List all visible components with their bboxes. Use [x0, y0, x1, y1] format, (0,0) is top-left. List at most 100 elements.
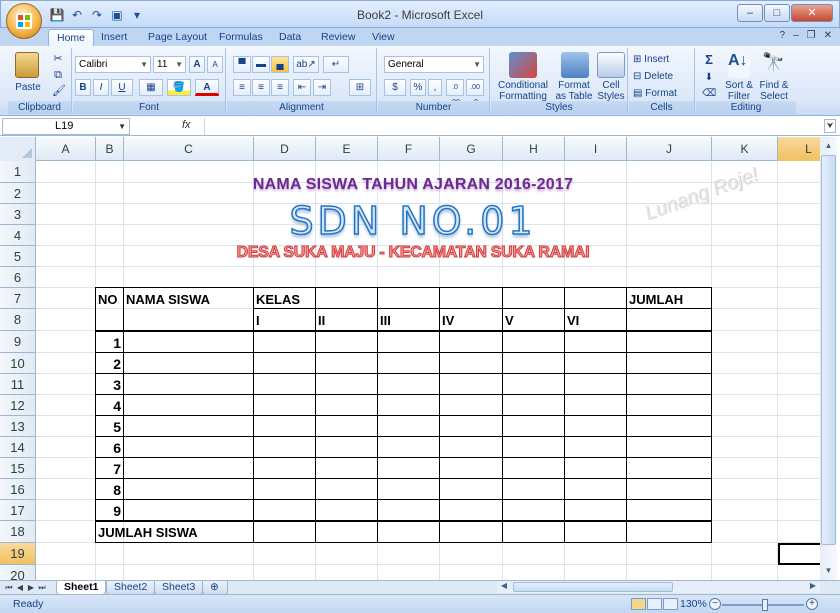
column-header-d[interactable]: D — [254, 137, 316, 161]
header-kelas[interactable]: KELAS — [254, 288, 300, 309]
help-icon[interactable]: ? — [780, 30, 786, 41]
conditional-formatting-button[interactable]: Conditional Formatting — [493, 80, 553, 102]
fill-icon[interactable]: ⬇ — [702, 72, 716, 83]
sort-filter-button[interactable]: Sort & Filter — [722, 80, 756, 102]
paste-button[interactable]: Paste — [10, 82, 46, 93]
row-header-15[interactable]: 15 — [0, 458, 36, 479]
row-number[interactable]: 9 — [96, 500, 124, 521]
page-break-view-icon[interactable] — [663, 598, 678, 610]
row-number[interactable]: 4 — [96, 395, 124, 416]
jumlah-siswa-label[interactable]: JUMLAH SISWA — [96, 521, 198, 543]
header-kelas-6[interactable]: VI — [565, 309, 579, 331]
merge-center-button[interactable]: ⊞ — [349, 79, 371, 96]
comma-button[interactable]: , — [428, 79, 442, 96]
format-as-table-button[interactable]: Format as Table — [553, 80, 595, 102]
sheet-tab-sheet2[interactable]: Sheet2 — [106, 581, 156, 595]
header-kelas-2[interactable]: II — [316, 309, 325, 331]
font-color-button[interactable]: A — [195, 79, 219, 96]
column-header-g[interactable]: G — [440, 137, 503, 161]
cut-icon[interactable]: ✂ — [52, 54, 64, 65]
number-format-combo[interactable]: General ▼ — [384, 56, 484, 73]
increase-decimal-button[interactable]: .0 .00 — [446, 79, 464, 106]
tab-formulas[interactable]: Formulas — [211, 29, 271, 46]
borders-button[interactable]: ▦ — [139, 79, 163, 96]
format-painter-icon[interactable]: 🖌 — [52, 86, 66, 97]
decrease-indent-button[interactable]: ⇤ — [293, 79, 311, 96]
row-number[interactable]: 3 — [96, 374, 124, 395]
insert-function-button[interactable]: fx — [182, 119, 191, 131]
align-right-button[interactable]: ≡ — [271, 79, 289, 96]
tab-data[interactable]: Data — [271, 29, 309, 46]
orientation-button[interactable]: ab↗ — [293, 56, 319, 73]
sheet-tab-sheet1[interactable]: Sheet1 — [56, 581, 107, 595]
row-header-1[interactable]: 1 — [0, 161, 36, 183]
horizontal-scroll-thumb[interactable] — [513, 582, 673, 592]
doc-restore-button[interactable]: ❐ — [807, 30, 816, 41]
expand-formula-bar-icon[interactable]: ⮟ — [824, 119, 836, 133]
paste-icon[interactable] — [15, 52, 39, 78]
column-header-h[interactable]: H — [503, 137, 565, 161]
row-header-16[interactable]: 16 — [0, 479, 36, 500]
page-layout-view-icon[interactable] — [647, 598, 662, 610]
header-no[interactable]: NO — [96, 288, 118, 309]
column-header-c[interactable]: C — [124, 137, 254, 161]
header-kelas-5[interactable]: V — [503, 309, 514, 331]
row-header-20[interactable]: 20 — [0, 565, 36, 580]
column-header-i[interactable]: I — [565, 137, 627, 161]
header-jumlah[interactable]: JUMLAH — [627, 288, 683, 309]
row-header-2[interactable]: 2 — [0, 183, 36, 204]
doc-close-button[interactable]: ✕ — [824, 30, 832, 41]
office-button[interactable] — [6, 3, 42, 39]
normal-view-icon[interactable] — [631, 598, 646, 610]
column-header-k[interactable]: K — [712, 137, 778, 161]
scroll-left-icon[interactable]: ◀ — [498, 581, 510, 593]
zoom-slider-knob[interactable] — [762, 599, 768, 611]
sheet-tab-sheet3[interactable]: Sheet3 — [154, 581, 204, 595]
row-number[interactable]: 2 — [96, 353, 124, 374]
row-header-3[interactable]: 3 — [0, 204, 36, 225]
decrease-decimal-button[interactable]: .00 .0 — [466, 79, 484, 106]
insert-cells-button[interactable]: ⊞ Insert — [633, 54, 693, 65]
row-header-11[interactable]: 11 — [0, 374, 36, 395]
column-header-b[interactable]: B — [96, 137, 124, 161]
horizontal-scrollbar[interactable]: ◀ ▶ — [497, 581, 820, 593]
percent-button[interactable]: % — [410, 79, 426, 96]
copy-icon[interactable]: ⧉ — [52, 70, 64, 81]
scroll-down-icon[interactable]: ▼ — [821, 563, 836, 578]
autosum-button[interactable]: Σ — [702, 53, 716, 66]
row-header-7[interactable]: 7 — [0, 288, 36, 309]
column-header-a[interactable]: A — [36, 137, 96, 161]
font-size-combo[interactable]: 11 ▼ — [153, 56, 186, 73]
row-header-10[interactable]: 10 — [0, 353, 36, 374]
tab-view[interactable]: View — [364, 29, 403, 46]
format-cells-button[interactable]: ▤ Format — [633, 88, 693, 99]
tab-page-layout[interactable]: Page Layout — [140, 29, 215, 46]
row-number[interactable]: 1 — [96, 331, 124, 353]
vertical-scroll-thumb[interactable] — [821, 155, 836, 545]
header-nama-siswa[interactable]: NAMA SISWA — [124, 288, 210, 309]
column-header-e[interactable]: E — [316, 137, 378, 161]
row-number[interactable]: 7 — [96, 458, 124, 479]
prev-sheet-icon[interactable]: ◀ — [15, 582, 25, 594]
doc-minimize-button[interactable]: – — [793, 30, 799, 41]
underline-button[interactable]: U — [111, 79, 133, 96]
row-header-17[interactable]: 17 — [0, 500, 36, 521]
align-middle-button[interactable]: ▬ — [252, 56, 270, 73]
scroll-right-icon[interactable]: ▶ — [807, 581, 819, 593]
first-sheet-icon[interactable]: ⏮ — [4, 582, 14, 594]
row-header-19[interactable]: 19 — [0, 543, 36, 565]
select-all-corner[interactable] — [0, 137, 36, 161]
vertical-scrollbar[interactable]: ▲ ▼ — [820, 137, 837, 580]
tab-insert[interactable]: Insert — [93, 29, 135, 46]
close-button[interactable]: ✕ — [791, 4, 833, 22]
minimize-button[interactable]: – — [737, 4, 763, 22]
row-header-8[interactable]: 8 — [0, 309, 36, 331]
header-kelas-1[interactable]: I — [254, 309, 260, 331]
row-number[interactable]: 6 — [96, 437, 124, 458]
font-name-combo[interactable]: Calibri ▼ — [75, 56, 151, 73]
grow-font-button[interactable]: A — [189, 56, 205, 73]
find-select-button[interactable]: Find & Select — [756, 80, 792, 102]
fill-color-button[interactable]: 🪣 — [167, 79, 191, 96]
row-number[interactable]: 5 — [96, 416, 124, 437]
tab-home[interactable]: Home — [48, 29, 95, 46]
